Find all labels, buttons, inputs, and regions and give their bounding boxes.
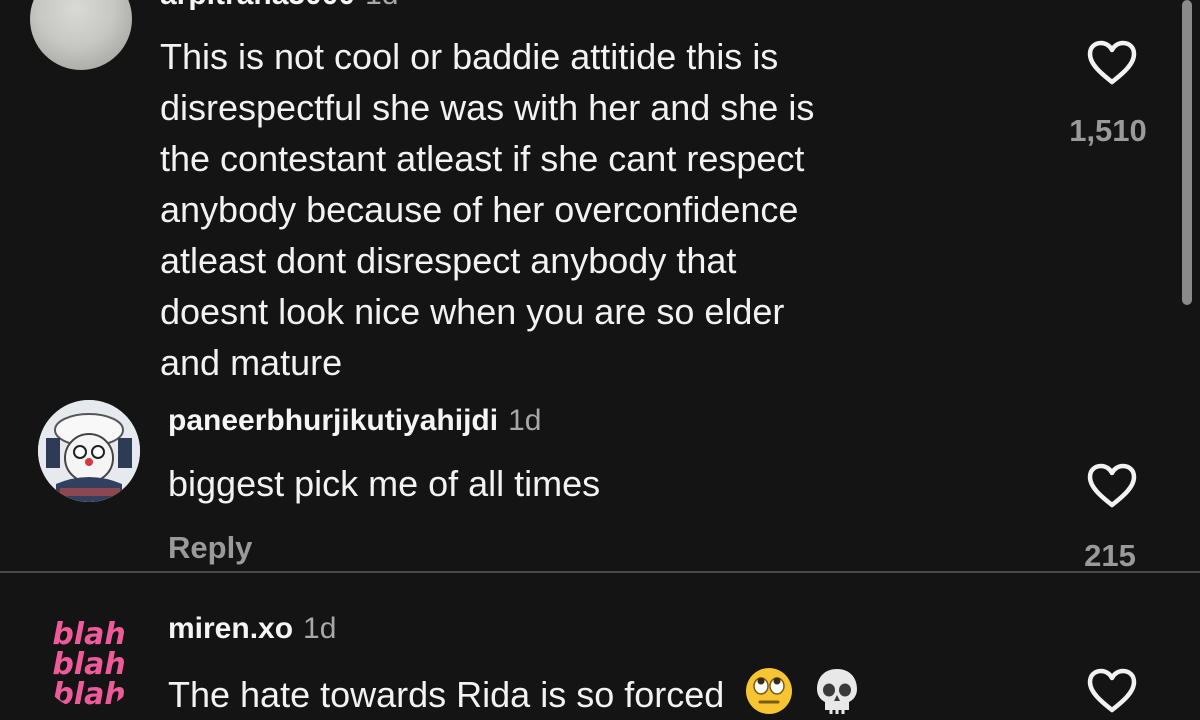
skull-emoji-icon bbox=[814, 666, 860, 720]
like-count: 215 bbox=[1084, 538, 1136, 573]
comment-line: disrespectful she was with her and she i… bbox=[160, 87, 815, 128]
timestamp: 1d bbox=[303, 612, 337, 645]
comment-username[interactable]: miren.xo 1d bbox=[168, 612, 336, 646]
comment-line: This is not cool or baddie attitide this… bbox=[160, 36, 779, 77]
like-count: 1,510 bbox=[1069, 113, 1147, 148]
comment-username[interactable]: arpitrana5000 1d bbox=[160, 0, 399, 12]
comment-text: biggest pick me of all times bbox=[168, 463, 601, 504]
scrollbar[interactable] bbox=[1182, 0, 1192, 305]
avatar-text-line: blah bbox=[52, 677, 125, 710]
comment-line: anybody because of her overconfidence bbox=[160, 189, 799, 230]
avatar[interactable]: blah blah blah bbox=[38, 608, 140, 710]
comment-line: the contestant atleast if she cant respe… bbox=[160, 138, 805, 179]
heart-icon[interactable] bbox=[1086, 40, 1138, 91]
avatar[interactable] bbox=[30, 0, 132, 70]
heart-icon[interactable] bbox=[1086, 463, 1138, 514]
timestamp: 1d bbox=[365, 0, 398, 11]
comment-text: This is not cool or baddie attitide this… bbox=[160, 31, 814, 388]
eye-roll-emoji-icon bbox=[744, 666, 794, 720]
avatar-image: blah blah blah bbox=[52, 617, 125, 710]
username-text[interactable]: paneerbhurjikutiyahijdi bbox=[168, 404, 498, 437]
avatar-image bbox=[38, 400, 140, 502]
username-text[interactable]: arpitrana5000 bbox=[160, 0, 355, 11]
username-text[interactable]: miren.xo bbox=[168, 612, 293, 645]
comment-text: The hate towards Rida is so forced bbox=[168, 666, 860, 720]
reply-button[interactable]: Reply bbox=[168, 530, 252, 566]
comment-line: atleast dont disrespect anybody that bbox=[160, 240, 737, 281]
comment-line: doesnt look nice when you are so elder bbox=[160, 291, 785, 332]
comment-username[interactable]: paneerbhurjikutiyahijdi 1d bbox=[168, 404, 541, 438]
comment-text-content: The hate towards Rida is so forced bbox=[168, 674, 725, 716]
heart-icon[interactable] bbox=[1086, 668, 1138, 719]
comment-line: and mature bbox=[160, 342, 343, 383]
avatar[interactable] bbox=[38, 400, 140, 502]
timestamp: 1d bbox=[508, 404, 542, 437]
divider bbox=[0, 571, 1200, 573]
